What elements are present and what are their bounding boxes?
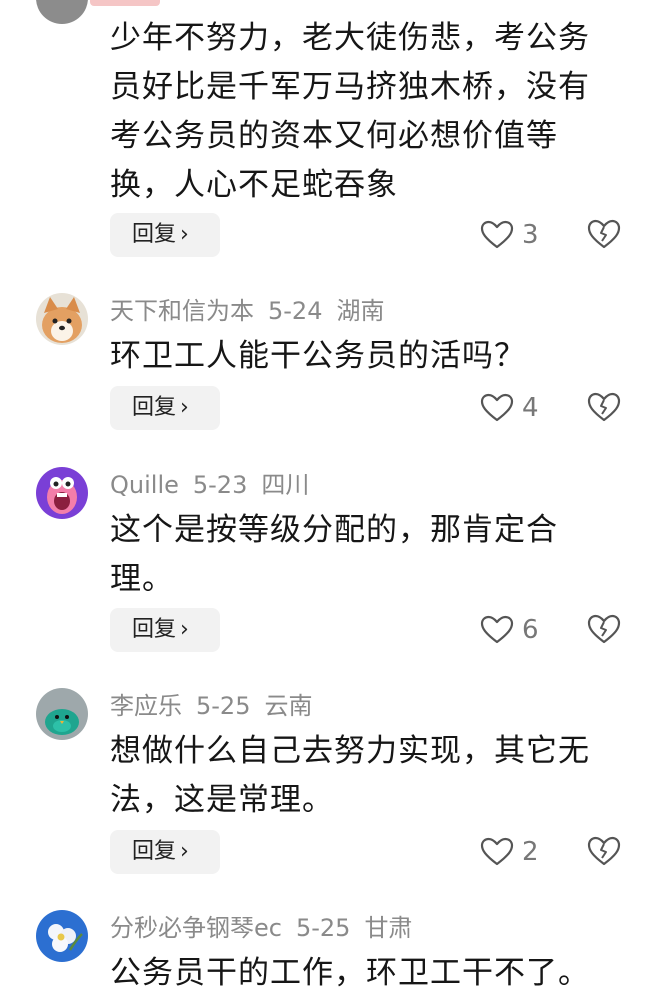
avatar[interactable] — [36, 688, 88, 740]
chevron-right-icon: › — [180, 617, 189, 642]
username[interactable]: 李应乐 — [110, 692, 182, 720]
reply-label: 回复 — [132, 839, 177, 864]
chevron-right-icon: › — [180, 395, 189, 420]
avatar[interactable] — [36, 293, 88, 345]
top-badge — [90, 0, 160, 6]
like-button[interactable]: 6 — [480, 608, 539, 652]
heart-icon — [480, 837, 514, 866]
avatar[interactable] — [36, 910, 88, 962]
dislike-button[interactable] — [587, 613, 621, 647]
comment-location: 甘肃 — [364, 914, 413, 942]
comment-date: 5-23 — [192, 471, 248, 499]
comment-location: 四川 — [261, 471, 310, 499]
pink-monster-avatar — [36, 467, 88, 519]
like-count: 6 — [522, 615, 539, 645]
broken-heart-icon — [587, 614, 621, 644]
username[interactable]: Quille — [110, 471, 179, 499]
reply-button[interactable]: 回复 › — [110, 386, 220, 430]
reply-button[interactable]: 回复 › — [110, 213, 220, 257]
avatar[interactable] — [36, 467, 88, 519]
like-button[interactable]: 4 — [480, 386, 539, 430]
comment-date: 5-24 — [268, 297, 323, 325]
comment-text: 想做什么自己去努力实现，其它无 法，这是常理。 — [110, 733, 590, 818]
flower-avatar — [36, 910, 88, 962]
comment-text: 公务员干的工作，环卫工干不了。 — [110, 955, 590, 991]
like-button[interactable]: 2 — [480, 830, 539, 874]
like-count: 3 — [522, 220, 539, 250]
shiba-dog-avatar — [36, 293, 88, 345]
dislike-button[interactable] — [587, 391, 621, 425]
like-count: 2 — [522, 837, 539, 867]
comment-location: 湖南 — [336, 297, 385, 325]
comment-meta: 天下和信为本 5-24 湖南 — [110, 296, 398, 326]
like-count: 4 — [522, 393, 539, 423]
comment-text: 环卫工人能干公务员的活吗？ — [110, 338, 526, 374]
comment-date: 5-25 — [196, 692, 251, 720]
username[interactable]: 天下和信为本 — [110, 297, 254, 325]
broken-heart-icon — [587, 219, 621, 249]
comment-text: 少年不努力，老大徒伤悲，考公务 员好比是千军万马挤独木桥，没有 考公务员的资本又… — [110, 20, 590, 203]
heart-icon — [480, 615, 514, 644]
reply-label: 回复 — [132, 222, 177, 247]
comment-meta: 李应乐 5-25 云南 — [110, 691, 326, 721]
dislike-button[interactable] — [587, 835, 621, 869]
heart-icon — [480, 220, 514, 249]
reply-button[interactable]: 回复 › — [110, 608, 220, 652]
like-button[interactable]: 3 — [480, 213, 539, 257]
chevron-right-icon: › — [180, 839, 189, 864]
comment-meta: 分秒必争钢琴ec 5-25 甘肃 — [110, 913, 426, 943]
broken-heart-icon — [587, 836, 621, 866]
broken-heart-icon — [587, 392, 621, 422]
avatar[interactable] — [36, 0, 88, 24]
teal-bird-avatar — [36, 688, 88, 740]
username[interactable]: 分秒必争钢琴ec — [110, 914, 282, 942]
reply-button[interactable]: 回复 › — [110, 830, 220, 874]
chevron-right-icon: › — [180, 222, 189, 247]
comment-date: 5-25 — [295, 914, 351, 942]
comment-meta: Quille 5-23 四川 — [110, 470, 323, 500]
heart-icon — [480, 393, 514, 422]
reply-label: 回复 — [132, 617, 177, 642]
reply-label: 回复 — [132, 395, 177, 420]
dislike-button[interactable] — [587, 218, 621, 252]
comment-location: 云南 — [264, 692, 313, 720]
comment-text: 这个是按等级分配的，那肯定合 理。 — [110, 512, 558, 597]
